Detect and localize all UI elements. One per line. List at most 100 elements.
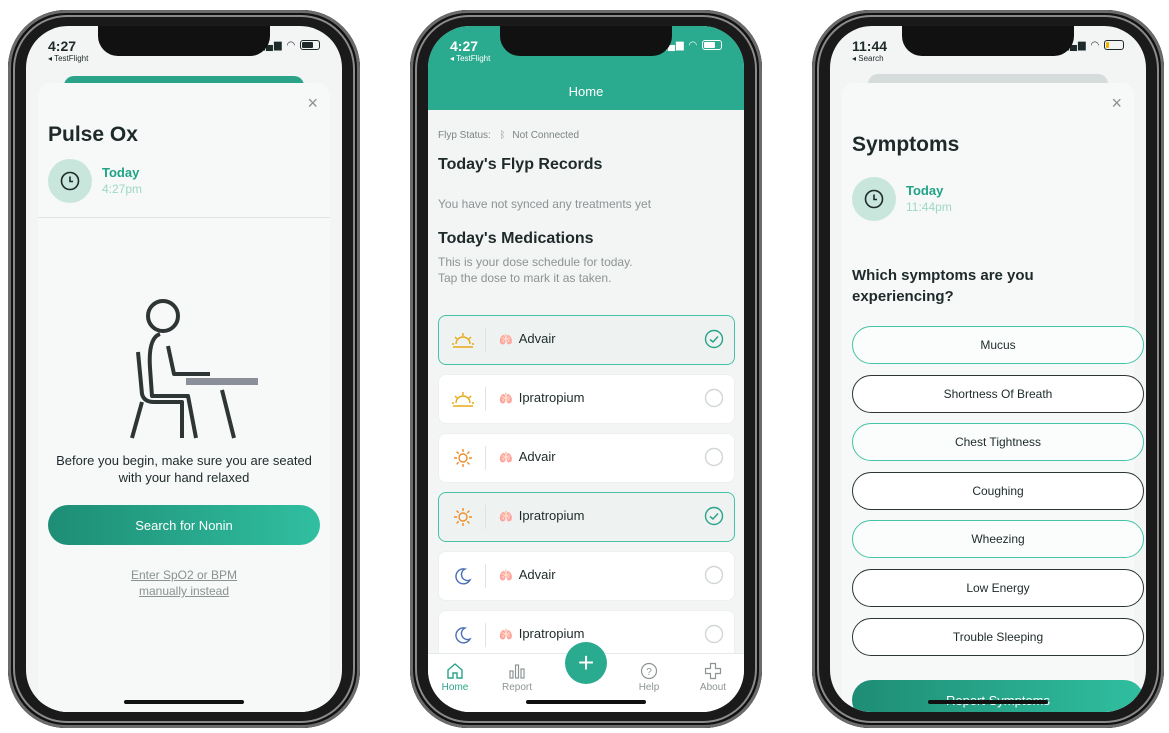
description-line: This is your dose schedule for today.: [438, 255, 633, 269]
medication-name: Ipratropium: [518, 508, 585, 523]
medication-name: Advair: [518, 331, 556, 346]
status-time: 4:27: [48, 38, 77, 54]
medication-name: Advair: [518, 567, 556, 582]
symptom-option[interactable]: Mucus: [852, 326, 1144, 364]
question-line: Which symptoms are you: [852, 267, 1034, 284]
sun-icon: [445, 493, 481, 541]
medication-label: 🫁 Ipratropium: [499, 508, 584, 523]
symptom-option[interactable]: Shortness Of Breath: [852, 374, 1144, 413]
close-icon[interactable]: ×: [1111, 93, 1122, 114]
divider: [38, 217, 330, 218]
check-circle-icon[interactable]: [704, 329, 724, 349]
medication-name: Ipratropium: [518, 626, 585, 641]
phone-pulse-ox: 4:27 ◂ TestFlight ▂▄▆ ◠ × Pulse Ox Today…: [8, 10, 360, 728]
close-icon[interactable]: ×: [307, 93, 318, 114]
pulse-ox-sheet: × Pulse Ox Today 4:27pm Before you begin…: [38, 83, 330, 712]
tab-label: Report: [501, 682, 532, 693]
empty-circle-icon[interactable]: [704, 624, 724, 644]
wifi-icon: ◠: [286, 40, 297, 51]
medication-row[interactable]: 🫁 Advair: [438, 433, 735, 483]
sun-icon: [445, 434, 481, 482]
tab-label: Help: [638, 682, 660, 693]
search-nonin-button[interactable]: Search for Nonin: [48, 505, 320, 545]
empty-circle-icon[interactable]: [704, 447, 724, 467]
svg-text:?: ?: [646, 667, 652, 678]
back-to-app-link[interactable]: ◂ Search: [852, 54, 884, 63]
empty-circle-icon[interactable]: [704, 388, 724, 408]
medication-row[interactable]: 🫁 Advair: [438, 315, 735, 365]
status-time: 4:27: [450, 38, 479, 54]
row-separator: [485, 446, 486, 470]
tab-about[interactable]: About: [688, 660, 738, 693]
tab-label: Home: [441, 682, 469, 693]
screen: 11:44 ◂ Search ▂▄▆ ◠ × Symptoms Today 11…: [830, 26, 1146, 712]
seated-person-illustration: [118, 298, 268, 453]
medication-label: 🫁 Ipratropium: [499, 626, 584, 641]
symptom-option[interactable]: Wheezing: [852, 520, 1144, 559]
battery-icon: [702, 40, 722, 51]
row-separator: [485, 387, 486, 411]
report-symptoms-button[interactable]: Report Symptoms: [852, 680, 1144, 712]
clock-icon: [852, 177, 896, 221]
back-to-app-link[interactable]: ◂ TestFlight: [450, 54, 490, 63]
date-row[interactable]: Today 11:44pm: [852, 177, 952, 221]
moon-icon: [445, 611, 481, 659]
empty-circle-icon[interactable]: [704, 565, 724, 585]
phone-symptoms: 11:44 ◂ Search ▂▄▆ ◠ × Symptoms Today 11…: [812, 10, 1164, 728]
tab-label: About: [699, 682, 727, 693]
moon-icon: [445, 552, 481, 600]
medication-label: 🫁 Advair: [499, 331, 556, 346]
flyp-status-label: Flyp Status:: [438, 130, 491, 141]
medication-label: 🫁 Ipratropium: [499, 390, 584, 405]
wifi-icon: ◠: [1090, 40, 1101, 51]
home-indicator: [928, 700, 1048, 704]
date-row[interactable]: Today 4:27pm: [48, 159, 142, 203]
screen: Home 4:27 ◂ TestFlight ▂▄▆ ◠ Flyp Status…: [428, 26, 744, 712]
tab-help[interactable]: ? Help: [624, 660, 674, 693]
report-icon: [492, 660, 542, 682]
inhaler-icon: 🫁: [499, 334, 513, 346]
medication-label: 🫁 Advair: [499, 567, 556, 582]
symptom-question: Which symptoms are you experiencing?: [852, 265, 1034, 307]
tab-home[interactable]: Home: [430, 660, 480, 693]
tab-report[interactable]: Report: [492, 660, 542, 693]
manual-entry-line: manually instead: [138, 584, 230, 598]
back-to-app-link[interactable]: ◂ TestFlight: [48, 54, 88, 63]
sunrise-icon: [445, 316, 481, 364]
medication-row[interactable]: 🫁 Advair: [438, 551, 735, 601]
page-title: Pulse Ox: [48, 123, 138, 146]
date-day: Today: [102, 165, 140, 180]
medications-title: Today's Medications: [438, 230, 594, 247]
phone-home: Home 4:27 ◂ TestFlight ▂▄▆ ◠ Flyp Status…: [410, 10, 762, 728]
battery-icon: [1104, 40, 1124, 51]
check-circle-icon[interactable]: [704, 506, 724, 526]
header-title: Home: [568, 84, 604, 99]
symptom-option[interactable]: Coughing: [852, 471, 1144, 510]
manual-entry-link[interactable]: Enter SpO2 or BPM manually instead: [38, 567, 330, 599]
medication-row[interactable]: 🫁 Ipratropium: [438, 492, 735, 542]
home-indicator: [526, 700, 646, 704]
notch: [902, 26, 1074, 56]
medication-name: Ipratropium: [518, 390, 585, 405]
symptom-option[interactable]: Chest Tightness: [852, 423, 1144, 462]
add-button[interactable]: +: [565, 642, 607, 684]
inhaler-icon: 🫁: [499, 393, 513, 405]
home-indicator: [124, 700, 244, 704]
page-title: Symptoms: [852, 133, 960, 156]
row-separator: [485, 505, 486, 529]
sunrise-icon: [445, 375, 481, 423]
row-separator: [485, 623, 486, 647]
inhaler-icon: 🫁: [499, 452, 513, 464]
date-time: 11:44pm: [906, 200, 952, 214]
symptom-option[interactable]: Trouble Sleeping: [852, 617, 1144, 656]
symptom-option[interactable]: Low Energy: [852, 569, 1144, 607]
medication-row[interactable]: 🫁 Ipratropium: [438, 374, 735, 424]
row-separator: [485, 328, 486, 352]
plus-icon: +: [577, 647, 595, 678]
manual-entry-line: Enter SpO2 or BPM: [130, 568, 238, 582]
description-line: Tap the dose to mark it as taken.: [438, 271, 612, 285]
wifi-icon: ◠: [688, 40, 699, 51]
medication-name: Advair: [518, 449, 556, 464]
date-day: Today: [906, 183, 944, 198]
row-separator: [485, 564, 486, 588]
